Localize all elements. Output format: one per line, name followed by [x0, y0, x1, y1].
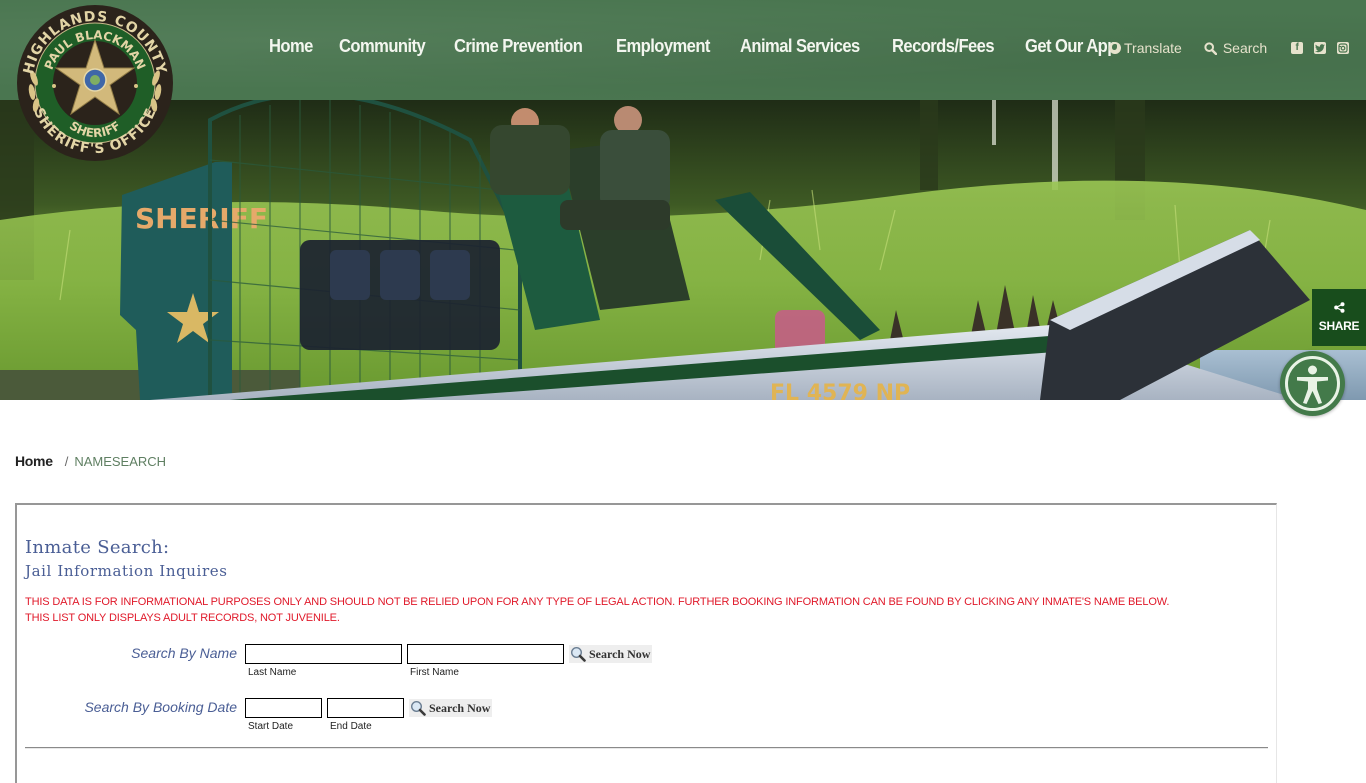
name-search-button[interactable]: Search Now [569, 645, 653, 663]
section-divider [25, 747, 1268, 749]
breadcrumb-separator: / [64, 454, 69, 469]
name-search-button-label: Search Now [589, 646, 651, 661]
magnifier-icon [410, 700, 426, 716]
start-date-hint: Start Date [248, 721, 294, 732]
hero-banner: SHERIFF FL 4579 NP [0, 100, 1366, 400]
page-title: Inmate Search: [25, 537, 170, 558]
breadcrumb-home[interactable]: Home [15, 453, 53, 469]
share-icon [1333, 302, 1344, 313]
boat-registration-text: FL 4579 NP [770, 381, 910, 400]
globe-icon [1109, 42, 1121, 54]
nav-records-fees[interactable]: Records/Fees [892, 36, 995, 57]
nav-crime-prevention[interactable]: Crime Prevention [454, 36, 583, 57]
magnifier-icon [570, 646, 586, 662]
end-date-input[interactable] [327, 698, 404, 718]
start-date-input[interactable] [245, 698, 322, 718]
accessibility-icon [1285, 356, 1340, 411]
instagram-icon[interactable] [1337, 42, 1350, 54]
search-button[interactable]: Search [1204, 40, 1267, 56]
date-search-button-label: Search Now [429, 700, 491, 715]
nav-animal-services[interactable]: Animal Services [740, 36, 860, 57]
nav-employment[interactable]: Employment [616, 36, 710, 57]
twitter-icon[interactable] [1314, 42, 1327, 54]
end-date-hint: End Date [330, 721, 372, 732]
accessibility-button[interactable] [1280, 351, 1345, 416]
last-name-input[interactable] [245, 644, 402, 664]
name-search-row: Search By Name Last Name First Name Sear… [17, 644, 653, 678]
date-search-row: Search By Booking Date Start Date End Da… [17, 698, 493, 732]
breadcrumb-current: NAMESEARCH [74, 454, 167, 469]
facebook-icon[interactable]: f [1291, 42, 1304, 54]
nav-get-our-app[interactable]: Get Our App [1025, 36, 1117, 57]
disclaimer-line: THIS LIST ONLY DISPLAYS ADULT RECORDS, N… [25, 612, 340, 624]
name-search-label: Search By Name [131, 645, 237, 661]
nav-home[interactable]: Home [269, 36, 313, 57]
header-utilities: Translate Search f [1109, 40, 1350, 56]
main-nav: Home Community Crime Prevention Employme… [269, 36, 1146, 57]
last-name-hint: Last Name [248, 667, 297, 678]
disclaimer-line: THIS DATA IS FOR INFORMATIONAL PURPOSES … [25, 596, 1170, 608]
first-name-hint: First Name [410, 667, 459, 678]
inmate-search-panel: Inmate Search: Jail Information Inquires… [15, 503, 1277, 783]
social-links: f [1291, 42, 1350, 54]
date-search-button[interactable]: Search Now [409, 699, 493, 717]
boat-sheriff-text: SHERIFF [135, 202, 268, 235]
nav-community[interactable]: Community [339, 36, 426, 57]
share-button[interactable]: SHARE [1312, 289, 1366, 346]
page-subtitle: Jail Information Inquires [25, 562, 228, 580]
search-icon [1204, 41, 1217, 55]
translate-label: Translate [1124, 40, 1182, 56]
share-label: SHARE [1318, 319, 1360, 333]
site-header: Home Community Crime Prevention Employme… [0, 0, 1366, 100]
disclaimer: THIS DATA IS FOR INFORMATIONAL PURPOSES … [25, 594, 1169, 626]
search-label: Search [1222, 40, 1268, 56]
breadcrumb: Home / NAMESEARCH [15, 453, 166, 469]
first-name-input[interactable] [407, 644, 564, 664]
date-search-label: Search By Booking Date [84, 699, 237, 715]
translate-button[interactable]: Translate [1109, 40, 1182, 56]
airboat-photo: SHERIFF FL 4579 NP [0, 100, 1366, 400]
sheriff-logo[interactable]: HIGHLANDS COUNTY PAUL BLACKMAN SHERIFF S… [14, 4, 176, 162]
